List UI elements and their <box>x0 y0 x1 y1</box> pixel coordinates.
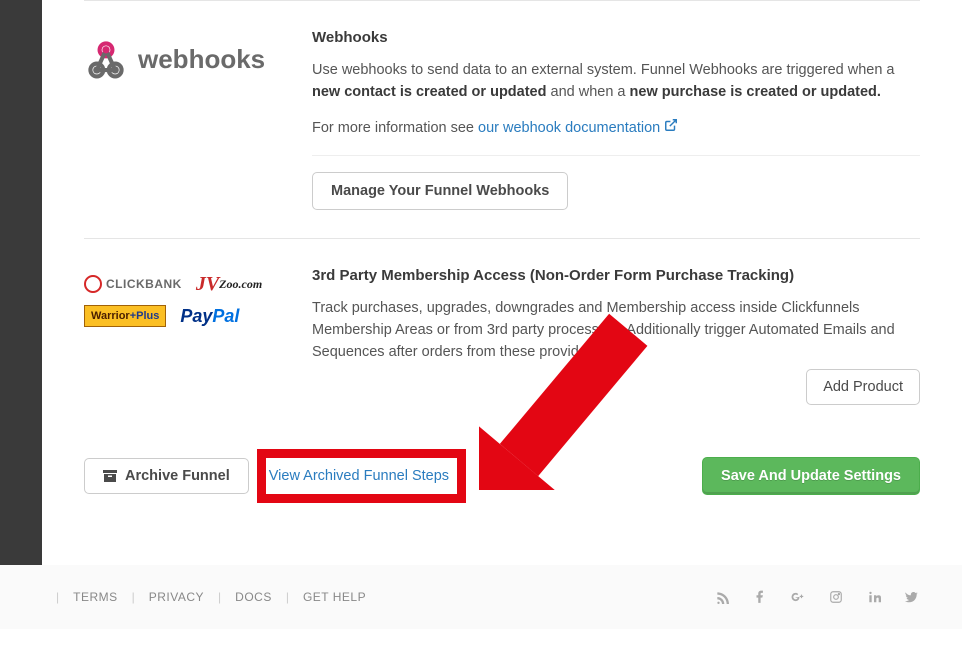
clickbank-logo: CLICKBANK <box>84 273 182 295</box>
manage-webhooks-button[interactable]: Manage Your Funnel Webhooks <box>312 172 568 210</box>
footer-link-gethelp[interactable]: GET HELP <box>303 590 366 604</box>
add-product-wrap: Add Product <box>312 378 920 405</box>
webhooks-logo-area: webhooks <box>84 29 312 210</box>
footer-social <box>714 589 920 605</box>
webhooks-description-1: Use webhooks to send data to an external… <box>312 60 920 104</box>
footer-links: | TERMS | PRIVACY | DOCS | GET HELP <box>42 590 366 604</box>
webhook-documentation-link[interactable]: our webhook documentation <box>478 120 678 136</box>
payment-logos: CLICKBANK JVZoo.com Warrior+Plus PayPal <box>84 267 292 327</box>
jvzoo-logo: JVZoo.com <box>196 273 262 295</box>
footer-link-docs[interactable]: DOCS <box>235 590 272 604</box>
rss-icon[interactable] <box>714 589 730 605</box>
save-settings-button[interactable]: Save And Update Settings <box>702 457 920 495</box>
view-archived-steps-link[interactable]: View Archived Funnel Steps <box>261 458 457 494</box>
facebook-icon[interactable] <box>752 589 768 605</box>
third-party-title: 3rd Party Membership Access (Non-Order F… <box>312 267 920 284</box>
twitter-icon[interactable] <box>904 589 920 605</box>
webhooks-logo: webhooks <box>84 29 292 81</box>
third-party-body: Track purchases, upgrades, downgrades an… <box>312 298 920 377</box>
external-link-icon <box>664 118 678 140</box>
third-party-content: 3rd Party Membership Access (Non-Order F… <box>312 267 920 404</box>
third-party-description: Track purchases, upgrades, downgrades an… <box>312 298 920 363</box>
footer-link-terms[interactable]: TERMS <box>73 590 118 604</box>
third-party-logos-area: CLICKBANK JVZoo.com Warrior+Plus PayPal <box>84 267 312 404</box>
webhooks-content: Webhooks Use webhooks to send data to an… <box>312 29 920 210</box>
footer-link-privacy[interactable]: PRIVACY <box>149 590 204 604</box>
webhooks-description-2: For more information see our webhook doc… <box>312 118 920 140</box>
archive-funnel-button[interactable]: Archive Funnel <box>84 458 249 494</box>
webhooks-logo-text: webhooks <box>138 44 265 75</box>
bottom-left-actions: Archive Funnel View Archived Funnel Step… <box>84 458 457 494</box>
third-party-section: CLICKBANK JVZoo.com Warrior+Plus PayPal … <box>84 239 920 432</box>
sidebar-stub <box>0 0 42 565</box>
googleplus-icon[interactable] <box>790 589 806 605</box>
bottom-actions: Archive Funnel View Archived Funnel Step… <box>84 433 920 495</box>
paypal-logo: PayPal <box>180 305 239 327</box>
linkedin-icon[interactable] <box>866 589 882 605</box>
webhooks-icon <box>84 37 128 81</box>
instagram-icon[interactable] <box>828 589 844 605</box>
add-product-button[interactable]: Add Product <box>806 369 920 405</box>
content-area: webhooks Webhooks Use webhooks to send d… <box>42 0 962 565</box>
webhooks-title: Webhooks <box>312 29 920 46</box>
warriorplus-logo: Warrior+Plus <box>84 305 166 327</box>
inner-divider <box>312 155 920 156</box>
main-wrap: webhooks Webhooks Use webhooks to send d… <box>0 0 962 565</box>
footer: | TERMS | PRIVACY | DOCS | GET HELP <box>0 565 962 629</box>
archive-icon <box>103 470 117 482</box>
archive-funnel-label: Archive Funnel <box>125 468 230 484</box>
webhooks-section: webhooks Webhooks Use webhooks to send d… <box>84 1 920 238</box>
